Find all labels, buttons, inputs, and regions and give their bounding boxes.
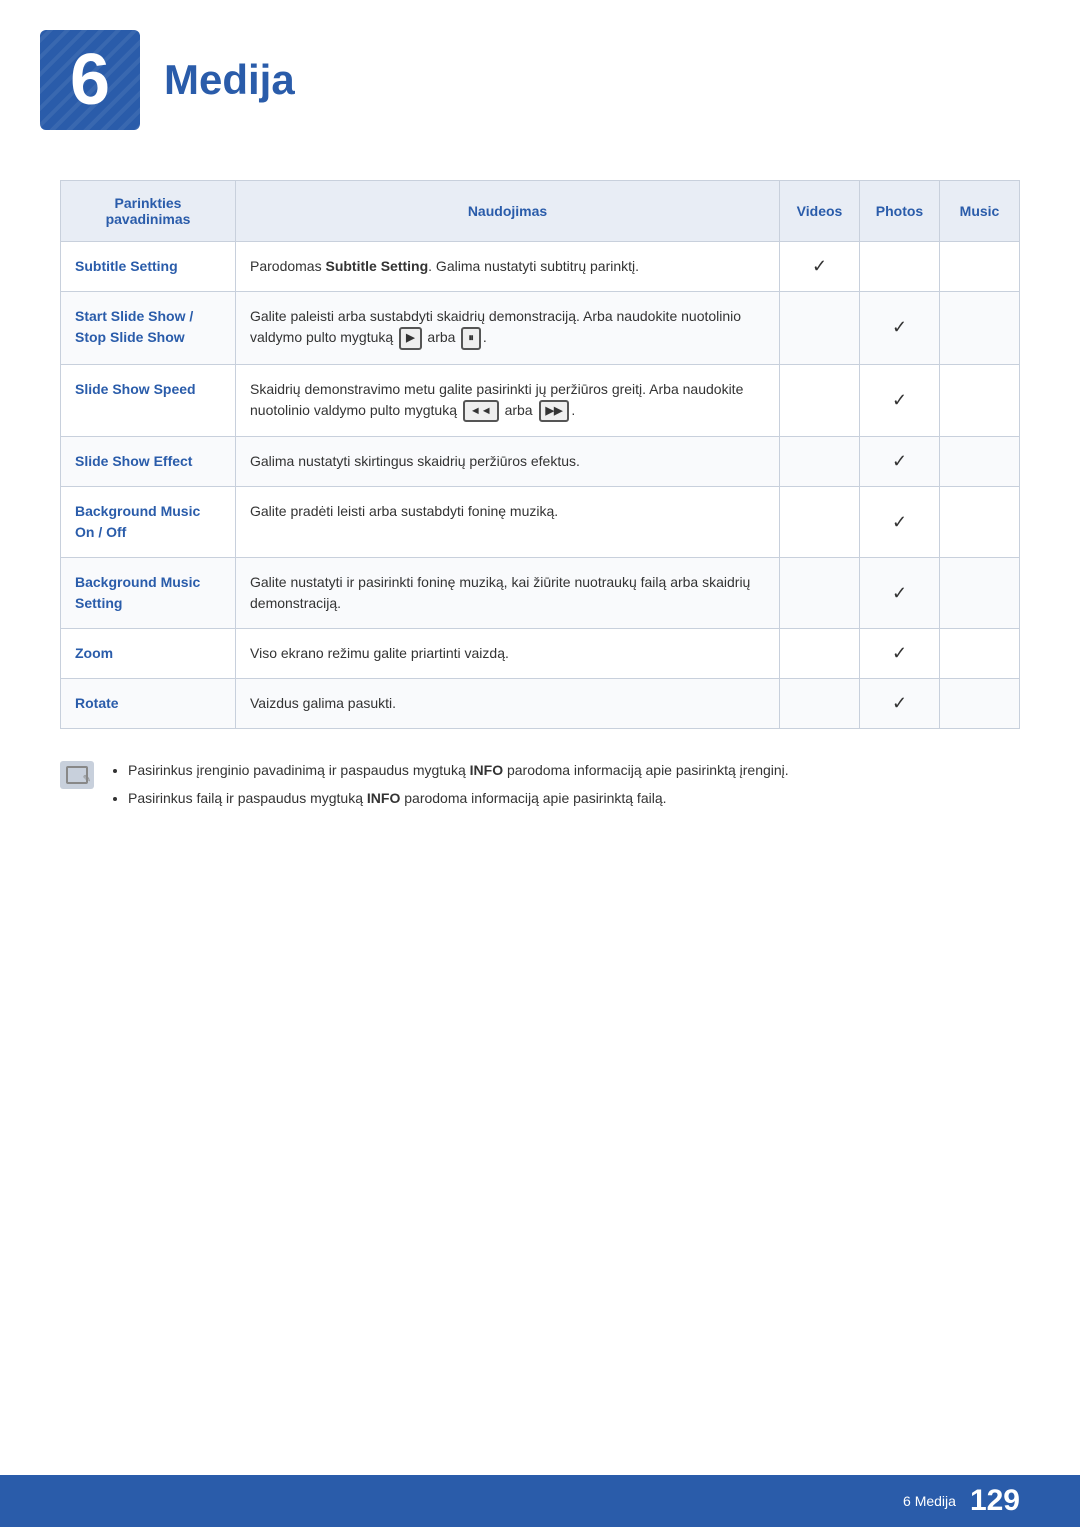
cell-music	[940, 292, 1020, 365]
cell-photos: ✓	[860, 679, 940, 729]
cell-naudojimas: Vaizdus galima pasukti.	[236, 679, 780, 729]
notes-list: Pasirinkus įrenginio pavadinimą ir paspa…	[110, 759, 789, 816]
cell-music	[940, 558, 1020, 629]
cell-naudojimas: Parodomas Subtitle Setting. Galima nusta…	[236, 242, 780, 292]
table-row: Background Music SettingGalite nustatyti…	[61, 558, 1020, 629]
cell-videos: ✓	[780, 242, 860, 292]
cell-videos	[780, 292, 860, 365]
table-row: ZoomViso ekrano režimu galite priartinti…	[61, 629, 1020, 679]
cell-videos	[780, 558, 860, 629]
cell-videos	[780, 364, 860, 437]
col-header-music: Music	[940, 181, 1020, 242]
cell-parinkties: Rotate	[61, 679, 236, 729]
cell-naudojimas: Galite nustatyti ir pasirinkti foninę mu…	[236, 558, 780, 629]
cell-music	[940, 437, 1020, 487]
note-item: Pasirinkus failą ir paspaudus mygtuką IN…	[128, 787, 789, 809]
cell-videos	[780, 487, 860, 558]
table-row: Slide Show EffectGalima nustatyti skirti…	[61, 437, 1020, 487]
cell-parinkties: Background Music Setting	[61, 558, 236, 629]
footer-page-number: 129	[970, 1484, 1020, 1518]
cell-videos	[780, 679, 860, 729]
cell-photos: ✓	[860, 487, 940, 558]
chapter-title: Medija	[164, 56, 295, 104]
cell-music	[940, 364, 1020, 437]
cell-naudojimas: Skaidrių demonstravimo metu galite pasir…	[236, 364, 780, 437]
cell-parinkties: Zoom	[61, 629, 236, 679]
chapter-number-box: 6	[40, 30, 140, 130]
cell-videos	[780, 629, 860, 679]
table-row: Subtitle SettingParodomas Subtitle Setti…	[61, 242, 1020, 292]
cell-music	[940, 679, 1020, 729]
main-table-container: Parinkties pavadinimas Naudojimas Videos…	[60, 180, 1020, 729]
page-header: 6 Medija	[0, 0, 1080, 150]
table-row: Slide Show SpeedSkaidrių demonstravimo m…	[61, 364, 1020, 437]
note-icon: ✎	[60, 761, 94, 789]
cell-parinkties: Start Slide Show / Stop Slide Show	[61, 292, 236, 365]
cell-photos: ✓	[860, 558, 940, 629]
cell-naudojimas: Galite pradėti leisti arba sustabdyti fo…	[236, 487, 780, 558]
footer-label: 6 Medija	[903, 1493, 956, 1509]
cell-music	[940, 487, 1020, 558]
table-row: RotateVaizdus galima pasukti. ✓	[61, 679, 1020, 729]
table-header-row: Parinkties pavadinimas Naudojimas Videos…	[61, 181, 1020, 242]
cell-photos: ✓	[860, 629, 940, 679]
chapter-number: 6	[70, 39, 110, 121]
cell-parinkties: Slide Show Speed	[61, 364, 236, 437]
cell-videos	[780, 437, 860, 487]
col-header-parinkties: Parinkties pavadinimas	[61, 181, 236, 242]
cell-naudojimas: Galite paleisti arba sustabdyti skaidrių…	[236, 292, 780, 365]
features-table: Parinkties pavadinimas Naudojimas Videos…	[60, 180, 1020, 729]
cell-music	[940, 242, 1020, 292]
notes-section: ✎ Pasirinkus įrenginio pavadinimą ir pas…	[60, 759, 1020, 816]
page-footer: 6 Medija 129	[0, 1475, 1080, 1527]
cell-photos: ✓	[860, 292, 940, 365]
cell-parinkties: Subtitle Setting	[61, 242, 236, 292]
col-header-photos: Photos	[860, 181, 940, 242]
cell-naudojimas: Viso ekrano režimu galite priartinti vai…	[236, 629, 780, 679]
pencil-icon: ✎	[83, 774, 91, 785]
table-row: Background Music On / OffGalite pradėti …	[61, 487, 1020, 558]
cell-parinkties: Background Music On / Off	[61, 487, 236, 558]
note-item: Pasirinkus įrenginio pavadinimą ir paspa…	[128, 759, 789, 781]
cell-parinkties: Slide Show Effect	[61, 437, 236, 487]
cell-music	[940, 629, 1020, 679]
cell-photos	[860, 242, 940, 292]
cell-photos: ✓	[860, 364, 940, 437]
col-header-naudojimas: Naudojimas	[236, 181, 780, 242]
table-row: Start Slide Show / Stop Slide ShowGalite…	[61, 292, 1020, 365]
cell-naudojimas: Galima nustatyti skirtingus skaidrių per…	[236, 437, 780, 487]
col-header-videos: Videos	[780, 181, 860, 242]
cell-photos: ✓	[860, 437, 940, 487]
